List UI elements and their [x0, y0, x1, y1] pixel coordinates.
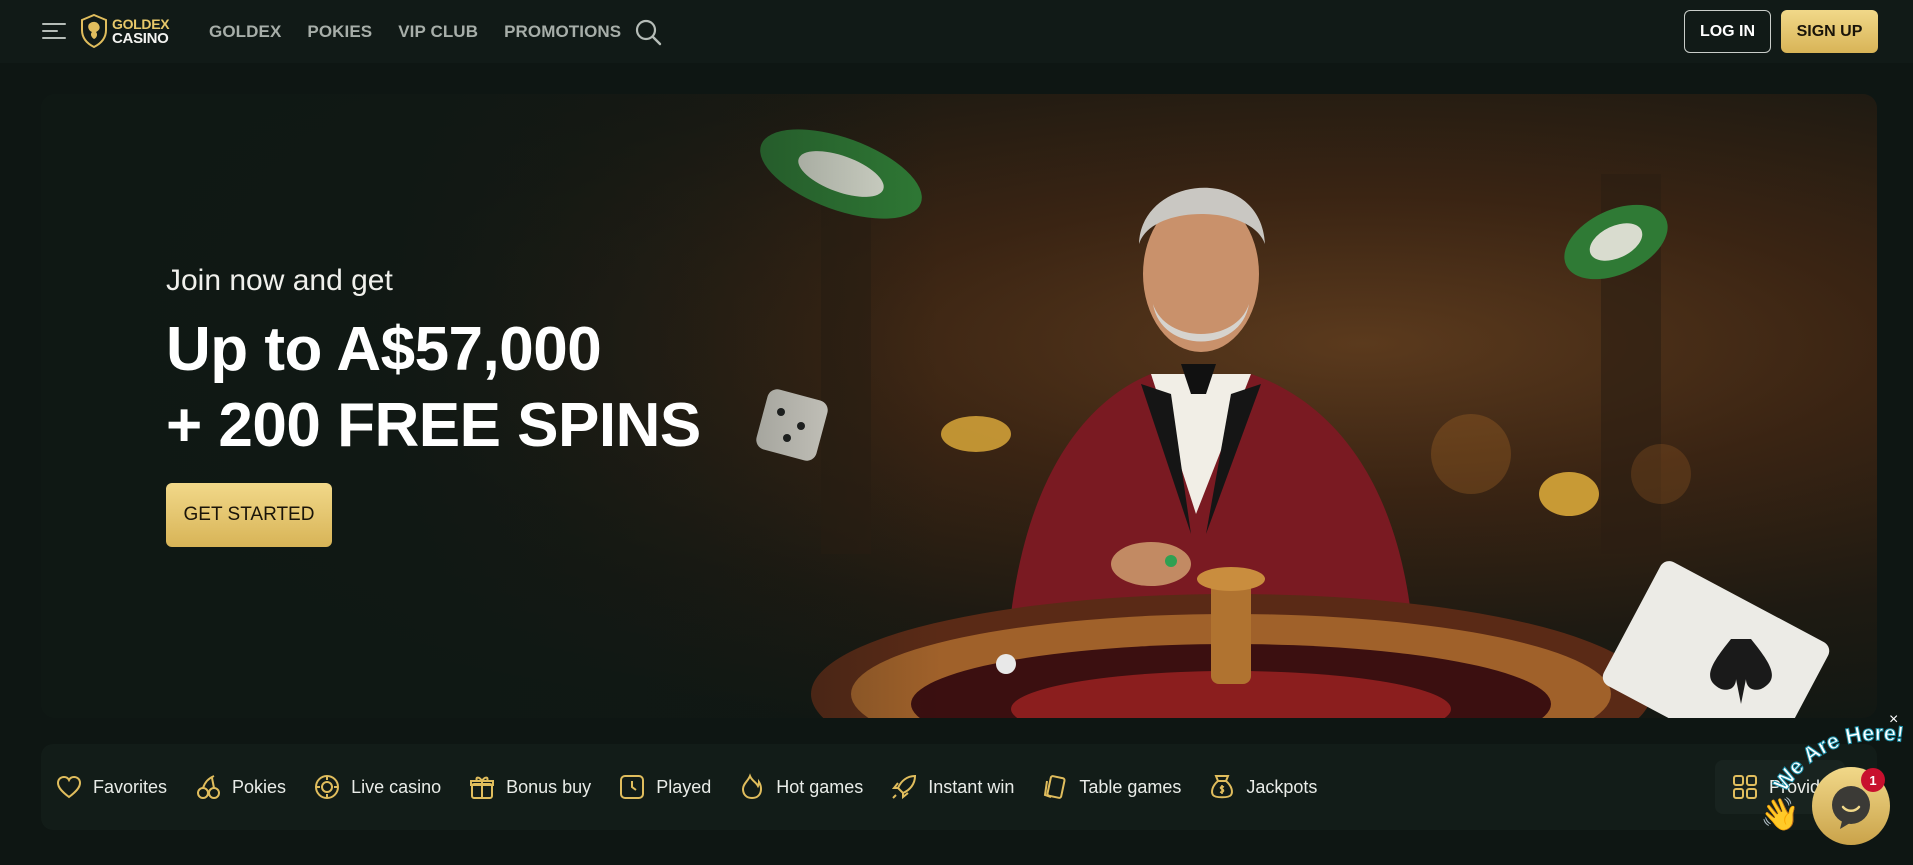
clock-icon: [620, 775, 645, 799]
category-played[interactable]: Played: [618, 773, 711, 801]
money-bag-icon: [1211, 775, 1234, 799]
category-label: Jackpots: [1246, 776, 1318, 797]
category-favorites[interactable]: Favorites: [55, 773, 167, 801]
category-live-casino[interactable]: Live casino: [313, 773, 441, 801]
category-label: Hot games: [776, 776, 864, 797]
nav-vip-club[interactable]: VIP CLUB: [398, 22, 478, 42]
category-bonus-buy[interactable]: Bonus buy: [468, 773, 591, 801]
category-instant-win[interactable]: Instant win: [890, 773, 1014, 801]
hero-title-line1: Up to A$57,000: [166, 315, 602, 384]
rocket-icon: [892, 774, 917, 800]
nav-promotions[interactable]: PROMOTIONS: [504, 22, 621, 42]
category-table-games[interactable]: Table games: [1041, 773, 1181, 801]
search-icon[interactable]: [634, 18, 662, 46]
category-label: Played: [656, 776, 712, 797]
gift-icon: [470, 776, 495, 799]
cards-icon: [1044, 775, 1066, 799]
category-label: Live casino: [351, 776, 442, 797]
cherries-icon: [197, 775, 221, 799]
chip-icon: [315, 775, 340, 799]
category-label: Instant win: [928, 776, 1015, 797]
category-bar: Favorites Pokies Live casino Bonus buy P…: [41, 744, 1877, 830]
get-started-button[interactable]: GET STARTED: [166, 483, 332, 547]
category-hot-games[interactable]: Hot games: [738, 773, 863, 801]
nav-pokies[interactable]: POKIES: [307, 22, 372, 42]
logo[interactable]: GOLDEX CASINO: [80, 14, 170, 48]
category-jackpots[interactable]: Jackpots: [1208, 773, 1317, 801]
main-nav: GOLDEX POKIES VIP CLUB PROMOTIONS: [209, 0, 647, 63]
category-label: Table games: [1079, 776, 1182, 797]
grid-icon: [1733, 775, 1757, 799]
flame-icon: [742, 773, 763, 800]
menu-icon[interactable]: [42, 21, 68, 41]
hero-title: Up to A$57,000 + 200 FREE SPINS: [166, 312, 701, 464]
waving-hand-icon: 👋: [1760, 796, 1800, 832]
category-label: Pokies: [232, 776, 287, 797]
top-header: GOLDEX CASINO GOLDEX POKIES VIP CLUB PRO…: [0, 0, 1913, 63]
category-label: Bonus buy: [506, 776, 592, 797]
nav-goldex[interactable]: GOLDEX: [209, 22, 281, 42]
hero-title-line2: + 200 FREE SPINS: [166, 391, 701, 460]
chat-notification-badge: 1: [1861, 768, 1885, 792]
hero-banner: Join now and get Up to A$57,000 + 200 FR…: [41, 94, 1877, 718]
heart-icon: [56, 775, 82, 799]
lion-shield-icon: [81, 14, 107, 48]
hero-subtitle: Join now and get: [166, 264, 393, 297]
category-pokies[interactable]: Pokies: [194, 773, 286, 801]
login-button[interactable]: LOG IN: [1684, 10, 1771, 53]
logo-wordmark-bottom: CASINO: [112, 29, 169, 47]
logo-wordmark-top: GOLDEX: [112, 15, 170, 32]
signup-button[interactable]: SIGN UP: [1781, 10, 1878, 53]
category-label: Favorites: [93, 776, 168, 797]
